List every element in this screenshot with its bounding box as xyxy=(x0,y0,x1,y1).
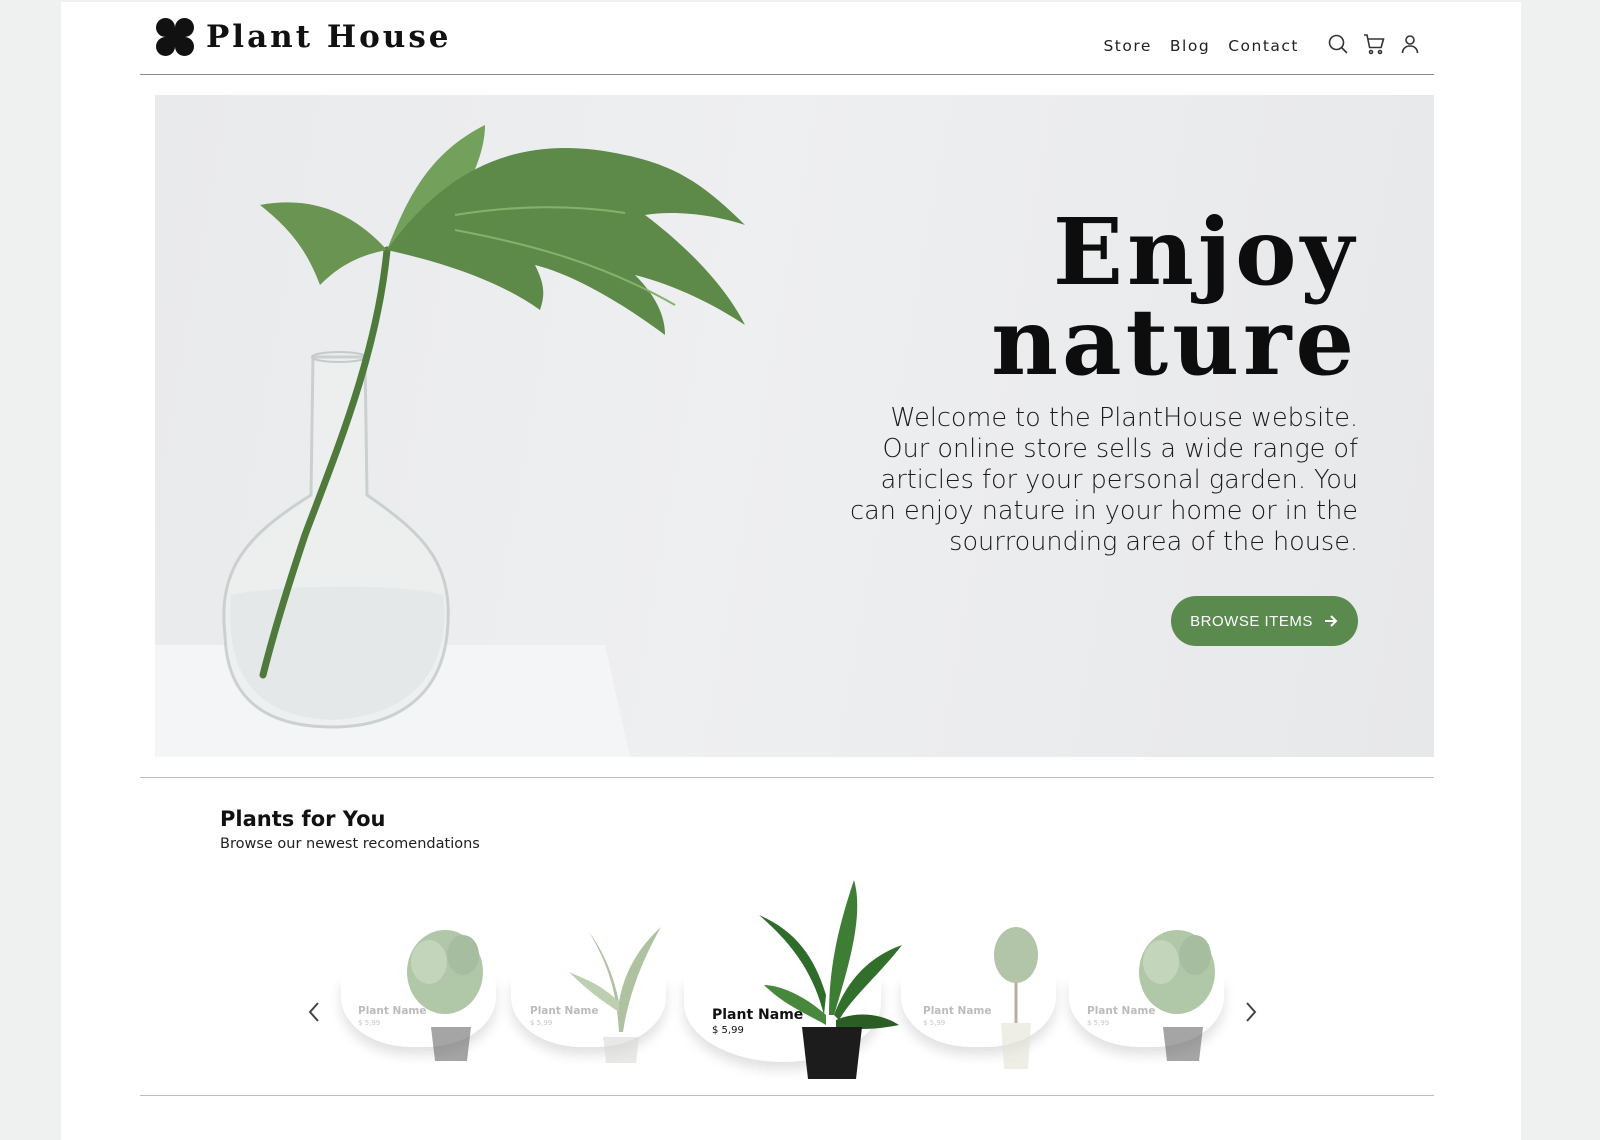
section-divider xyxy=(140,777,1434,778)
user-icon[interactable] xyxy=(1398,32,1422,56)
brand-name: Plant House xyxy=(206,19,452,55)
site-header: Plant House Store Blog Contact xyxy=(140,2,1434,75)
plant-image xyxy=(569,927,661,1063)
plant-card[interactable]: Plant Name $ 5,99 xyxy=(341,930,496,1061)
carousel-next-arrow-icon[interactable] xyxy=(1241,997,1261,1027)
hero-title: Enjoy nature xyxy=(991,198,1358,396)
hero-banner: Enjoy nature Welcome to the PlantHouse w… xyxy=(155,95,1434,757)
plant-card[interactable]: Plant Name $ 5,99 xyxy=(1069,930,1224,1061)
plant-image xyxy=(1139,930,1215,1061)
nav-store[interactable]: Store xyxy=(1103,37,1151,55)
hero-title-line-2: nature xyxy=(991,288,1358,396)
hero-title-line-1: Enjoy xyxy=(1052,198,1358,306)
plant-image xyxy=(759,880,902,1079)
plant-card-price: $ 5,99 xyxy=(712,1025,744,1036)
plant-card-price: $ 5,99 xyxy=(923,1019,946,1027)
carousel-prev-arrow-icon[interactable] xyxy=(304,997,324,1027)
footer-divider xyxy=(140,1095,1434,1096)
cart-icon[interactable] xyxy=(1362,32,1386,56)
page: Plant House Store Blog Contact Enjoy nat… xyxy=(61,2,1521,1140)
search-icon[interactable] xyxy=(1326,32,1350,56)
plant-image xyxy=(407,930,483,1061)
logo[interactable]: Plant House xyxy=(156,18,452,56)
arrow-right-icon xyxy=(1324,615,1338,627)
monstera-vase-illustration xyxy=(155,125,745,757)
nav-contact[interactable]: Contact xyxy=(1228,37,1299,55)
main-nav: Store Blog Contact xyxy=(1103,37,1299,55)
plants-section-title: Plants for You xyxy=(220,807,386,831)
header-icons xyxy=(1326,32,1422,56)
plant-card-price: $ 5,99 xyxy=(358,1019,381,1027)
browse-items-button[interactable]: BROWSE ITEMS xyxy=(1171,596,1358,646)
plant-card[interactable]: Plant Name $ 5,99 xyxy=(511,927,666,1063)
plant-image xyxy=(994,927,1038,1069)
hero-description: Welcome to the PlantHouse website. Our o… xyxy=(850,403,1358,557)
plant-card-active[interactable]: Plant Name $ 5,99 xyxy=(684,880,902,1079)
plant-card-price: $ 5,99 xyxy=(1087,1019,1110,1027)
plant-card[interactable]: Plant Name $ 5,99 xyxy=(901,927,1056,1069)
browse-items-label: BROWSE ITEMS xyxy=(1190,612,1313,630)
plants-section-subtitle: Browse our newest recomendations xyxy=(220,836,480,852)
clover-logo-icon xyxy=(156,18,194,56)
plant-card-price: $ 5,99 xyxy=(530,1019,553,1027)
nav-blog[interactable]: Blog xyxy=(1170,37,1210,55)
